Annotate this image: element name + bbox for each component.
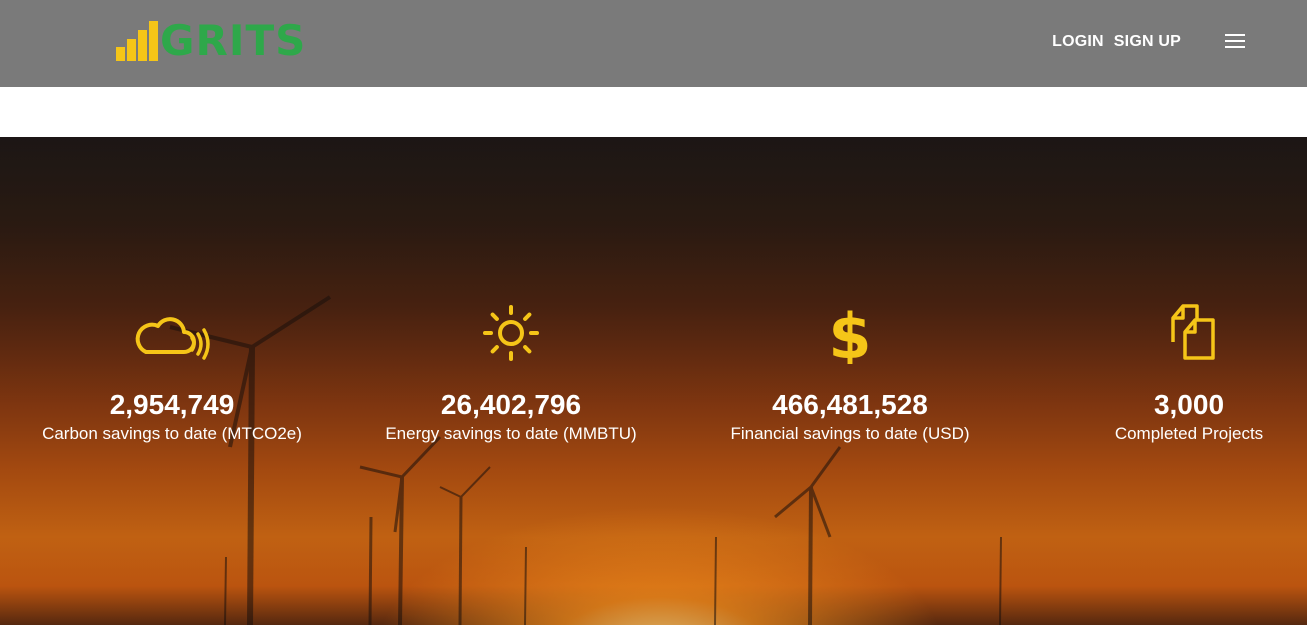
login-link[interactable]: LOGIN [1052,33,1104,51]
sun-icon [483,305,539,361]
stat-value: 3,000 [1153,389,1225,420]
top-nav: LOGIN SIGN UP [1052,33,1181,51]
logo-text: GRITS [160,16,307,65]
bar-chart-logo-icon [116,21,158,61]
header-spacer [0,87,1307,137]
stat-projects: 3,000 Completed Projects [1019,302,1307,446]
hamburger-menu-icon[interactable] [1225,34,1245,50]
stat-value: 466,481,528 [772,389,928,420]
stat-label: Carbon savings to date (MTCO2e) [42,424,302,443]
grits-logo[interactable]: GRITS [116,16,307,65]
stat-label: Completed Projects [1114,424,1264,443]
svg-text:$: $ [828,302,871,364]
stat-value: 2,954,749 [109,389,235,420]
stat-value: 26,402,796 [440,389,582,420]
stat-financial: $ 466,481,528 Financial savings to date … [680,302,1020,446]
dollar-icon: $ [828,302,871,364]
hero-section: 2,954,749 Carbon savings to date (MTCO2e… [0,137,1307,625]
stat-carbon: 2,954,749 Carbon savings to date (MTCO2e… [2,302,342,446]
site-header: GRITS LOGIN SIGN UP [0,0,1307,87]
documents-icon [1171,304,1215,360]
stat-label: Financial savings to date (USD) [730,424,970,443]
signup-link[interactable]: SIGN UP [1114,33,1181,51]
cloud-wind-icon [135,317,210,360]
stat-energy: 26,402,796 Energy savings to date (MMBTU… [341,302,681,446]
stat-label: Energy savings to date (MMBTU) [385,424,637,443]
